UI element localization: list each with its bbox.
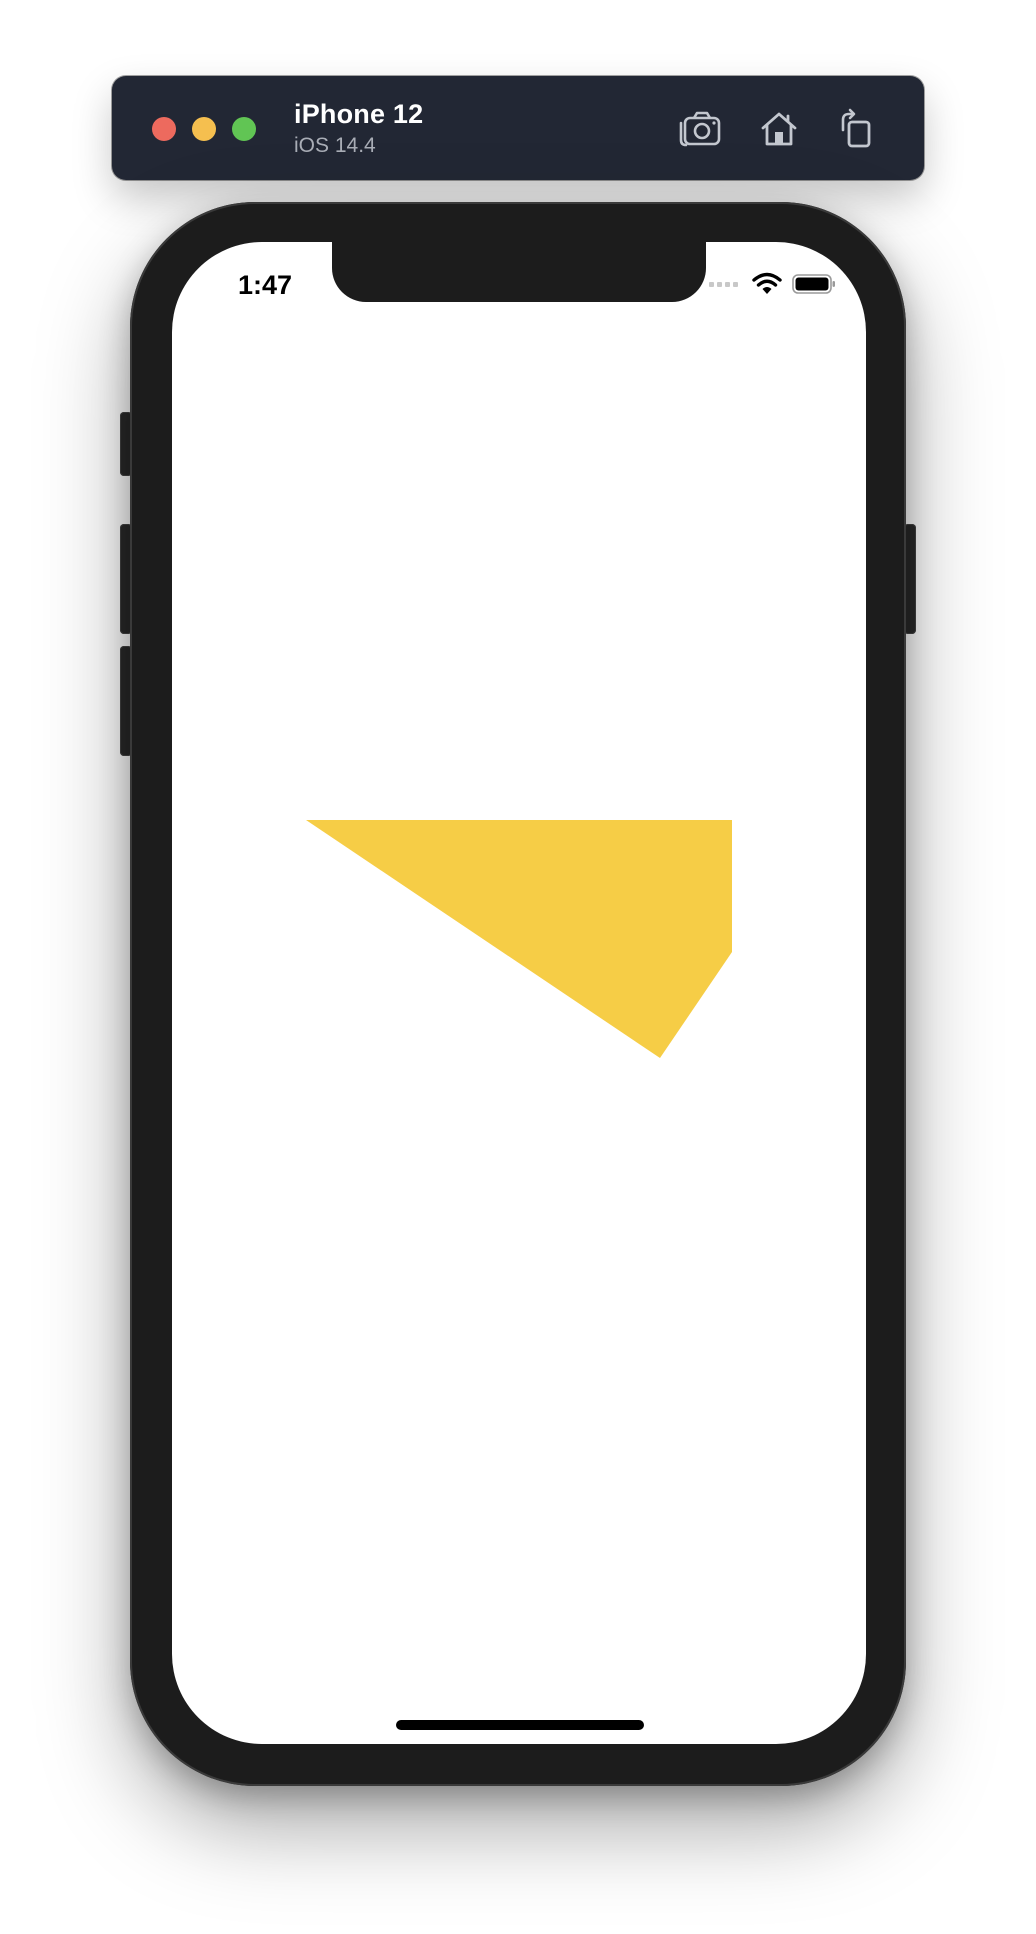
os-version: iOS 14.4 <box>294 134 376 157</box>
yellow-shape <box>306 820 732 1058</box>
device-name: iPhone 12 <box>294 99 424 129</box>
close-window-button[interactable] <box>152 117 176 141</box>
phone-screen[interactable]: 1:47 <box>172 242 866 1744</box>
rotate-button[interactable] <box>832 106 878 152</box>
rotate-icon <box>841 108 871 148</box>
simulator-window: iPhone 12 iOS 14.4 1:47 <box>0 0 1036 1934</box>
screenshot-button[interactable] <box>678 106 724 152</box>
yellow-polygon <box>306 820 732 1058</box>
home-icon <box>761 112 797 146</box>
minimize-window-button[interactable] <box>192 117 216 141</box>
home-indicator[interactable] <box>396 1720 644 1730</box>
zoom-window-button[interactable] <box>232 117 256 141</box>
simulator-title-bar: iPhone 12 iOS 14.4 <box>112 76 924 180</box>
camera-icon <box>679 111 721 147</box>
home-button[interactable] <box>756 106 802 152</box>
